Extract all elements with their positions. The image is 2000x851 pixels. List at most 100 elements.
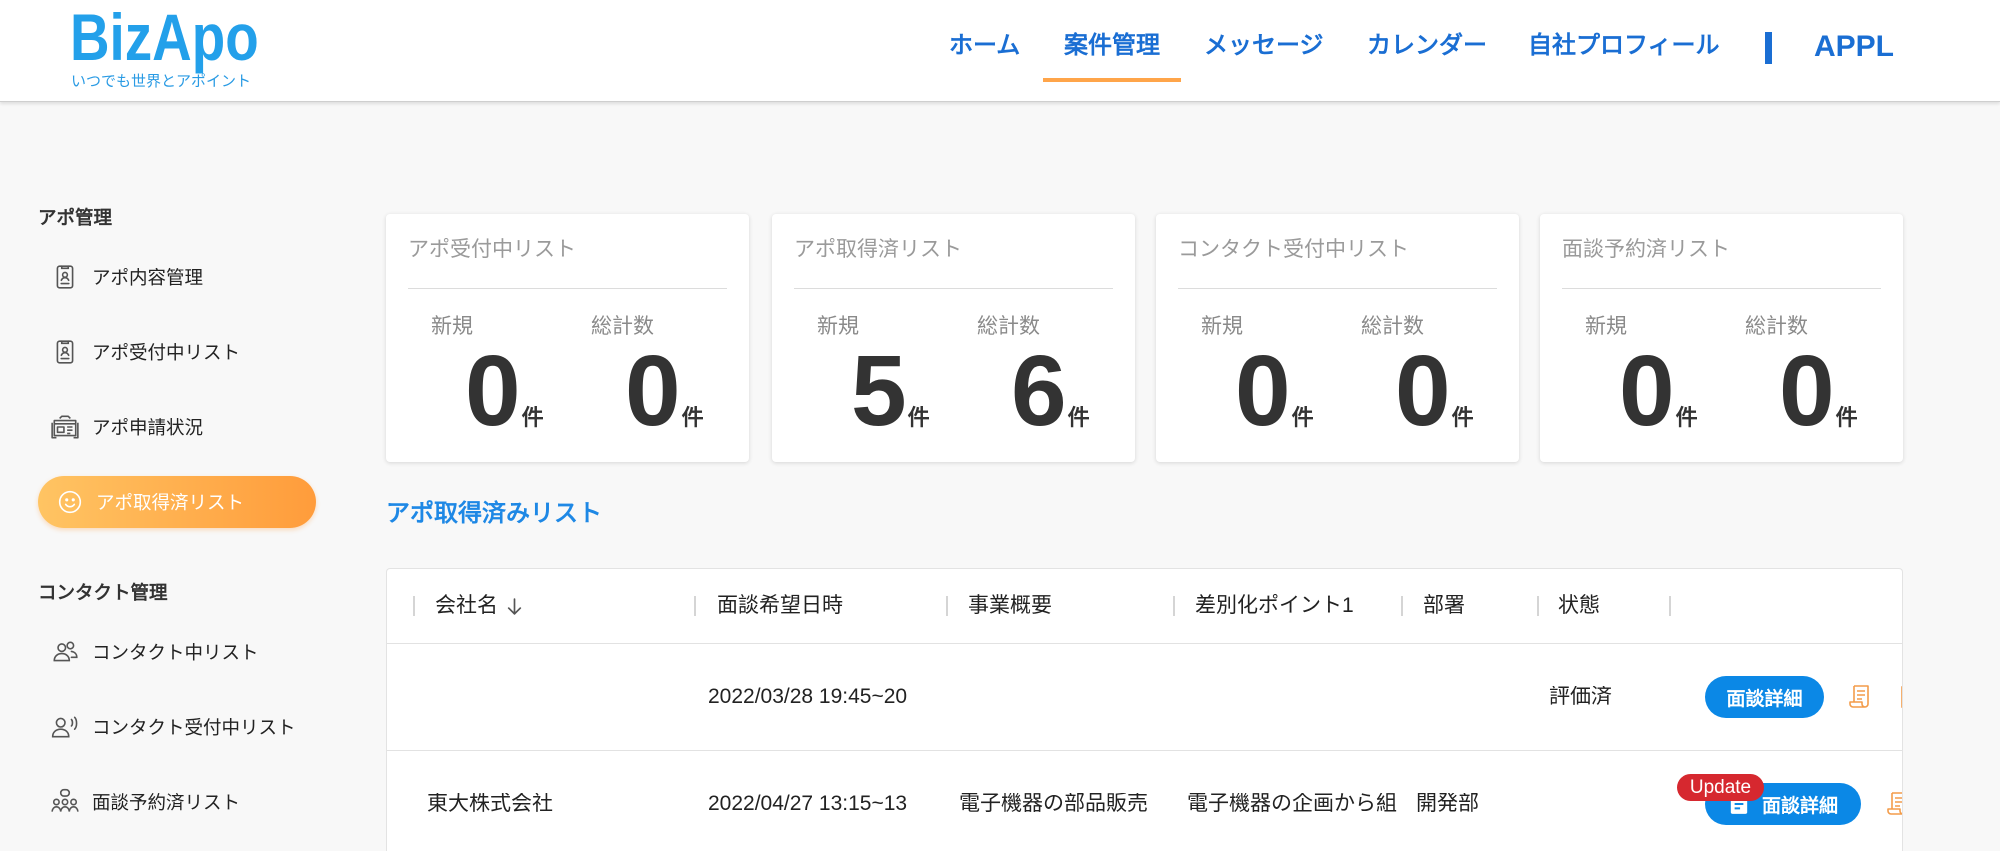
summary-card-apo-receiving[interactable]: アポ受付中リスト 新規 総計数 0件 0件: [386, 214, 749, 462]
column-separator: [694, 596, 696, 616]
column-header-company[interactable]: 会社名: [435, 595, 523, 617]
column-header-label: 事業概要: [968, 594, 1052, 617]
column-header-department[interactable]: 部署: [1423, 595, 1465, 617]
count-unit: 件: [1451, 405, 1474, 430]
sort-arrow-icon[interactable]: [506, 597, 523, 616]
sidebar-section-title: アポ管理: [38, 207, 113, 228]
nav-item-home[interactable]: ホーム: [949, 34, 1020, 58]
sidebar-item-label: アポ内容管理: [92, 267, 204, 288]
count-unit: 件: [1835, 405, 1858, 430]
column-header-differentiation[interactable]: 差別化ポイント1: [1195, 595, 1354, 617]
application-status-icon: [50, 413, 80, 441]
new-count-value: 0: [1619, 335, 1675, 447]
memo-icon[interactable]: [1848, 684, 1872, 710]
table-row[interactable]: 東大株式会社 2022/04/27 13:15~13 電子機器の部品販売 電子機…: [387, 751, 1902, 851]
nav-item-company-profile[interactable]: 自社プロフィール: [1528, 34, 1720, 58]
sidebar-item-interview-reserved[interactable]: 面談予約済リスト: [38, 776, 316, 828]
card-divider: [408, 288, 727, 289]
total-label: 総計数: [1745, 315, 1808, 338]
sidebar-item-apo-acquired[interactable]: アポ取得済リスト: [38, 476, 316, 528]
column-header-datetime[interactable]: 面談希望日時: [717, 595, 843, 617]
memo-icon[interactable]: [1886, 791, 1902, 817]
cell-business: 電子機器の部品販売: [959, 793, 1148, 815]
nav-active-indicator: [1043, 78, 1181, 82]
sidebar-item-label: アポ申請状況: [92, 417, 204, 438]
new-label: 新規: [431, 315, 473, 338]
column-header-label: 差別化ポイント1: [1195, 594, 1354, 617]
cell-datetime: 2022/04/27 13:15~13: [708, 793, 908, 815]
sidebar-item-label: 面談予約済リスト: [92, 792, 241, 813]
card-title: 面談予約済リスト: [1562, 238, 1730, 261]
column-separator: [1669, 596, 1671, 616]
button-label: 面談詳細: [1761, 795, 1838, 817]
new-count: 0件: [1235, 341, 1314, 441]
total-count: 0件: [1395, 341, 1474, 441]
count-unit: 件: [1067, 405, 1090, 430]
sidebar-item-apo-content[interactable]: アポ内容管理: [38, 251, 316, 303]
sidebar-section-title: コンタクト管理: [38, 582, 168, 603]
sidebar-item-contact-receiving[interactable]: コンタクト受付中リスト: [38, 701, 316, 753]
total-label: 総計数: [591, 315, 654, 338]
total-count-value: 0: [625, 335, 681, 447]
count-unit: 件: [1675, 405, 1698, 430]
summary-card-apo-acquired[interactable]: アポ取得済リスト 新規 総計数 5件 6件: [772, 214, 1135, 462]
column-header-label: 会社名: [435, 594, 498, 617]
column-header-business[interactable]: 事業概要: [968, 595, 1052, 617]
total-count: 0件: [625, 341, 704, 441]
appointment-table: 会社名 面談希望日時 事業概要 差別化ポイント1 部署 状態 2022/03/2…: [386, 568, 1903, 851]
card-divider: [794, 288, 1113, 289]
new-count: 0件: [1619, 341, 1698, 441]
new-count-value: 0: [1235, 335, 1291, 447]
count-unit: 件: [907, 405, 930, 430]
top-header: BizApo いつでも世界とアポイント ホーム 案件管理 メッセージ カレンダー…: [0, 0, 2000, 102]
sidebar-item-label: アポ受付中リスト: [92, 342, 241, 363]
total-count: 0件: [1779, 341, 1858, 441]
nav-divider: [1765, 32, 1772, 64]
total-count: 6件: [1011, 341, 1090, 441]
count-unit: 件: [521, 405, 544, 430]
column-header-label: 部署: [1423, 594, 1465, 617]
update-badge: Update: [1677, 774, 1764, 801]
document-user-icon: [50, 338, 80, 366]
action-icon[interactable]: [1896, 684, 1902, 710]
total-label: 総計数: [1361, 315, 1424, 338]
cell-differentiation: 電子機器の企画から組: [1187, 793, 1397, 815]
nav-item-projects[interactable]: 案件管理: [1064, 34, 1160, 58]
summary-card-interview-reserved[interactable]: 面談予約済リスト 新規 総計数 0件 0件: [1540, 214, 1903, 462]
nav-item-messages[interactable]: メッセージ: [1204, 34, 1324, 58]
column-separator: [1173, 596, 1175, 616]
total-count-value: 6: [1011, 335, 1067, 447]
interview-detail-button[interactable]: 面談詳細: [1705, 676, 1824, 718]
column-header-label: 面談希望日時: [717, 594, 843, 617]
table-row[interactable]: 2022/03/28 19:45~20 評価済 面談詳細: [387, 644, 1902, 751]
list-title: アポ取得済みリスト: [386, 500, 602, 527]
brand-logo[interactable]: BizApo: [70, 4, 259, 70]
card-title: コンタクト受付中リスト: [1178, 238, 1409, 261]
card-divider: [1178, 288, 1497, 289]
count-unit: 件: [1291, 405, 1314, 430]
sidebar-item-label: アポ取得済リスト: [96, 492, 245, 513]
cell-status: 評価済: [1549, 686, 1612, 708]
total-label: 総計数: [977, 315, 1040, 338]
count-unit: 件: [681, 405, 704, 430]
card-divider: [1562, 288, 1881, 289]
sidebar-item-label: コンタクト中リスト: [92, 642, 259, 663]
nav-item-calendar[interactable]: カレンダー: [1367, 34, 1487, 58]
column-separator: [1401, 596, 1403, 616]
summary-card-contact-receiving[interactable]: コンタクト受付中リスト 新規 総計数 0件 0件: [1156, 214, 1519, 462]
new-count: 5件: [851, 341, 930, 441]
column-separator: [413, 596, 415, 616]
user-voice-icon: [50, 713, 80, 741]
sidebar-item-contacting[interactable]: コンタクト中リスト: [38, 626, 316, 678]
new-label: 新規: [1585, 315, 1627, 338]
new-label: 新規: [817, 315, 859, 338]
sidebar-item-apo-receiving[interactable]: アポ受付中リスト: [38, 326, 316, 378]
card-title: アポ取得済リスト: [794, 238, 962, 261]
column-separator: [946, 596, 948, 616]
cell-department: 開発部: [1416, 793, 1479, 815]
total-count-value: 0: [1395, 335, 1451, 447]
column-header-status[interactable]: 状態: [1558, 595, 1600, 617]
sidebar-item-apo-application-status[interactable]: アポ申請状況: [38, 401, 316, 453]
account-name[interactable]: APPL: [1814, 32, 1894, 62]
total-count-value: 0: [1779, 335, 1835, 447]
